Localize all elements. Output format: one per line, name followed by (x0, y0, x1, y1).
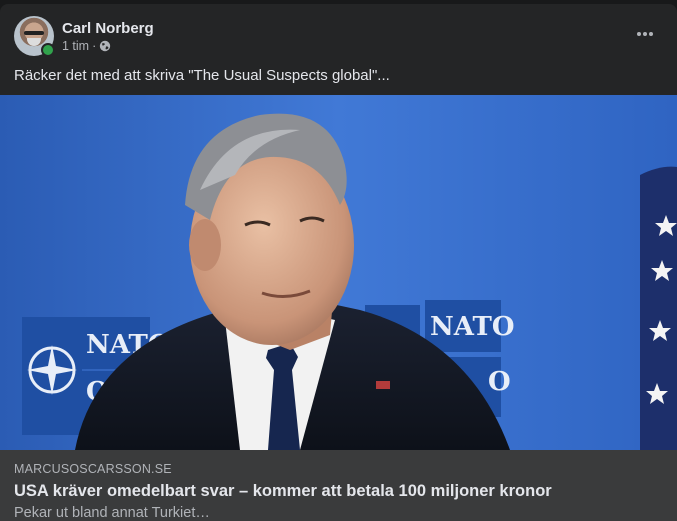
post-text: Räcker det med att skriva "The Usual Sus… (14, 67, 390, 84)
online-status-indicator (41, 43, 55, 57)
post-meta: Carl Norberg 1 tim · (62, 19, 154, 54)
flag (640, 166, 677, 450)
post-timestamp[interactable]: 1 tim (62, 38, 89, 54)
link-description: Pekar ut bland annat Turkiet… (14, 505, 210, 521)
link-preview[interactable]: MARCUSOSCARSSON.SE USA kräver omedelbart… (0, 450, 677, 521)
author-name[interactable]: Carl Norberg (62, 19, 154, 38)
more-options-button[interactable] (627, 22, 663, 46)
more-dots-icon (637, 32, 641, 36)
globe-icon[interactable] (99, 40, 111, 52)
post-subline: 1 tim · (62, 38, 154, 54)
link-domain: MARCUSOSCARSSON.SE (14, 462, 172, 476)
news-photo: NATO O NATO O (0, 95, 677, 450)
meta-separator: · (92, 38, 97, 53)
link-title[interactable]: USA kräver omedelbart svar – kommer att … (14, 482, 552, 501)
nato-sign-right-text: NATO (430, 312, 515, 342)
link-preview-image[interactable]: NATO O NATO O (0, 95, 677, 450)
nato-sign-right-text-2: O (488, 367, 511, 397)
avatar[interactable] (14, 16, 55, 57)
post-card: Carl Norberg 1 tim · Räcker det med att … (0, 4, 677, 521)
post-header: Carl Norberg 1 tim · (14, 16, 154, 57)
